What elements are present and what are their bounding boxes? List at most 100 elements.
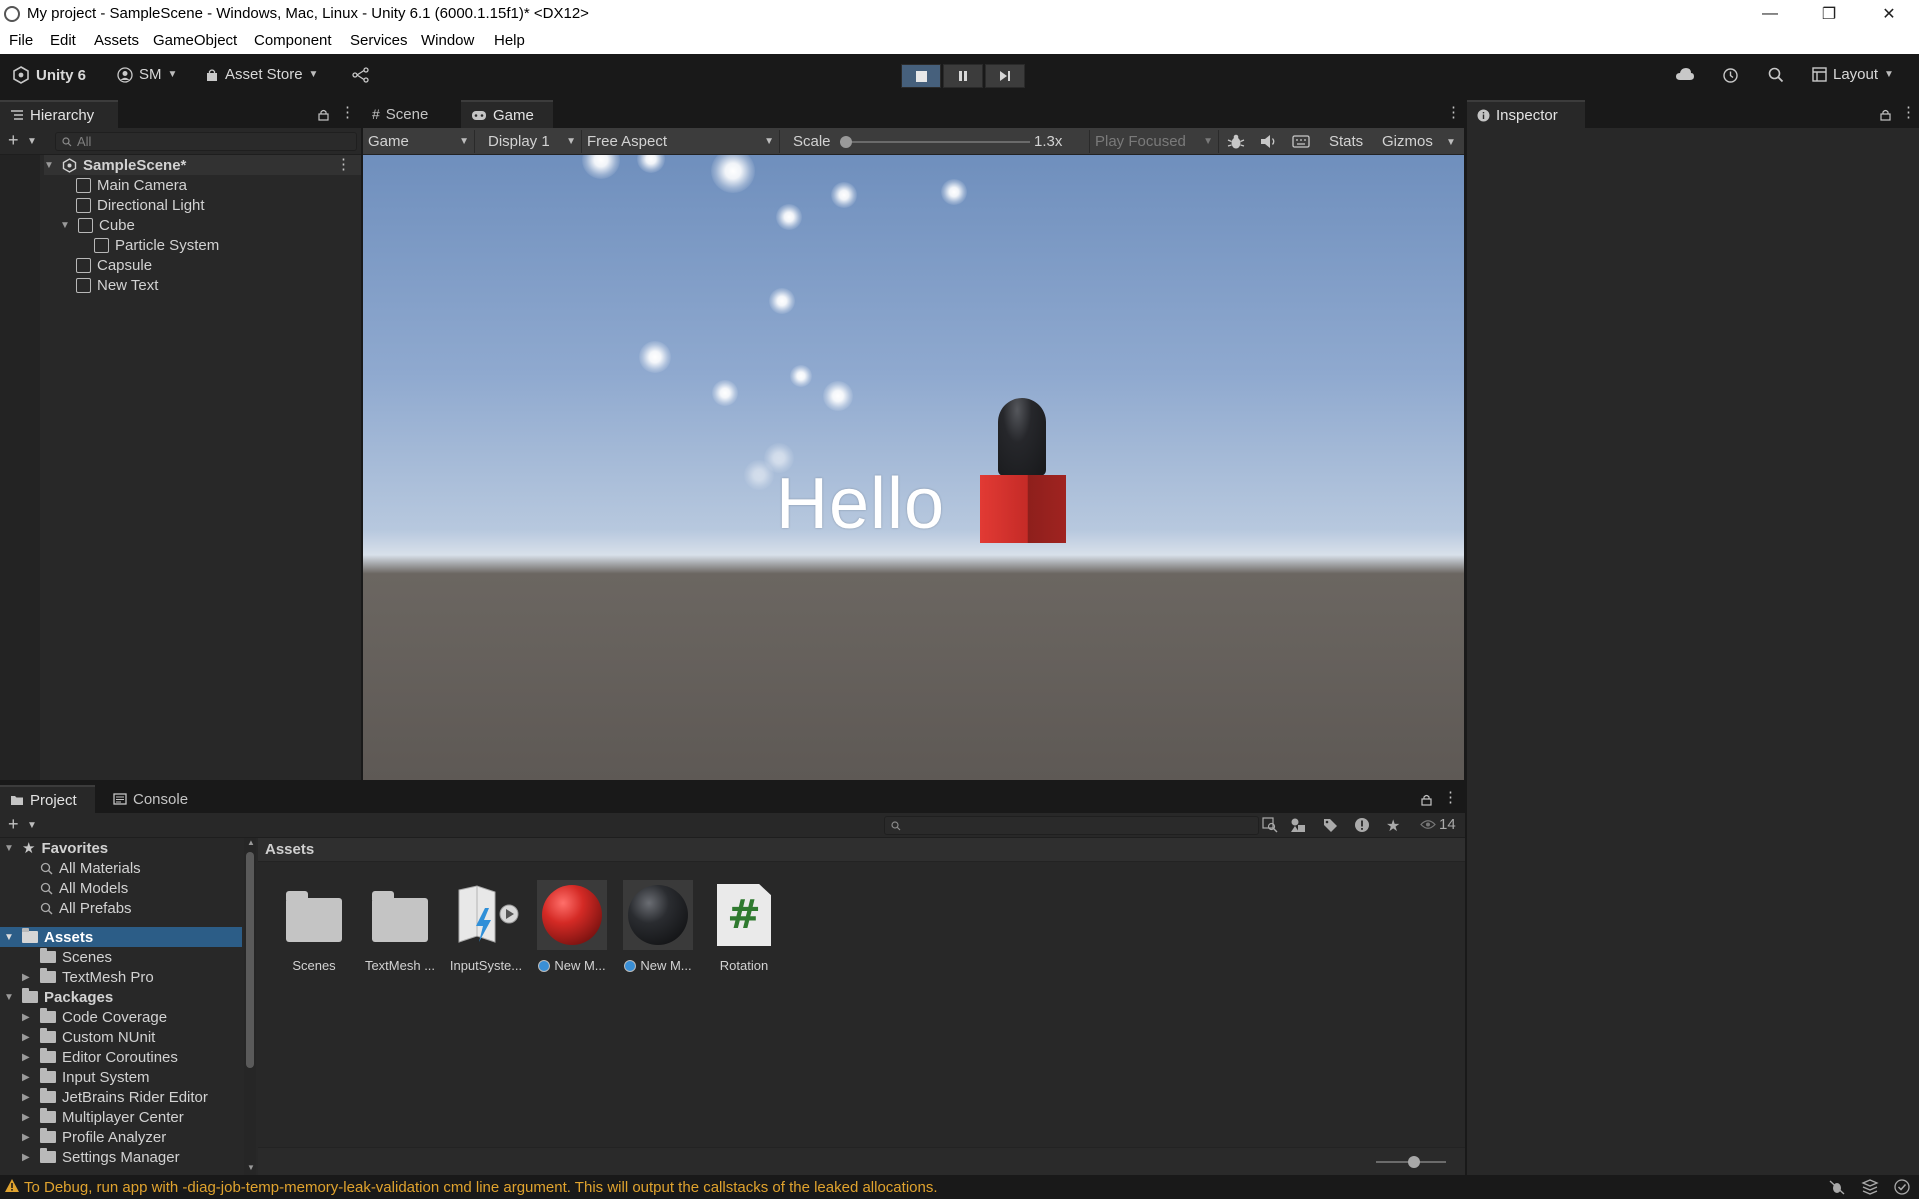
tree-package-item[interactable]: ▶ Code Coverage [22, 1007, 167, 1027]
tree-package-item[interactable]: ▶ Settings Manager [22, 1147, 180, 1167]
hierarchy-item-cube[interactable]: ▼ Cube [60, 215, 135, 235]
stop-play-button[interactable] [901, 64, 941, 88]
expand-triangle-icon[interactable]: ▶ [22, 1052, 34, 1063]
menu-file[interactable]: File [9, 32, 33, 49]
close-button[interactable]: ✕ [1866, 0, 1912, 28]
tree-package-item[interactable]: ▶ Input System [22, 1067, 150, 1087]
tree-package-item[interactable]: ▶ Editor Coroutines [22, 1047, 178, 1067]
tab-scene[interactable]: # Scene [362, 100, 442, 128]
hierarchy-item-new-text[interactable]: New Text [76, 275, 158, 295]
label-tag-icon[interactable] [1322, 817, 1338, 837]
game-view-dropdown[interactable]: Game ▼ [363, 130, 475, 153]
panel-divider[interactable] [1465, 98, 1467, 1175]
gizmos-button[interactable]: Gizmos [1382, 133, 1433, 150]
expand-triangle-icon[interactable]: ▶ [22, 1112, 34, 1123]
tree-assets[interactable]: ▼ Assets [0, 927, 242, 947]
bug-off-icon[interactable] [1828, 1179, 1846, 1199]
debug-bug-button[interactable] [1227, 133, 1245, 155]
chevron-down-icon[interactable]: ▼ [1446, 137, 1456, 148]
tree-package-item[interactable]: ▶ Profile Analyzer [22, 1127, 166, 1147]
tree-package-item[interactable]: ▶ JetBrains Rider Editor [22, 1087, 208, 1107]
scale-slider-track[interactable] [840, 136, 1030, 148]
asset-item[interactable]: Scenes [275, 880, 353, 973]
asset-item[interactable]: InputSyste... [447, 880, 525, 973]
menu-window[interactable]: Window [421, 32, 474, 49]
tree-scrollbar[interactable]: ▲ ▼ [244, 838, 256, 1175]
tab-console[interactable]: Console [103, 785, 201, 813]
expand-triangle-icon[interactable]: ▶ [22, 1072, 34, 1083]
expand-triangle-icon[interactable]: ▶ [22, 972, 34, 983]
layout-dropdown[interactable]: Layout ▼ [1812, 66, 1894, 83]
scale-slider-handle[interactable] [840, 136, 852, 148]
kebab-menu-icon[interactable]: ⋮ [340, 103, 355, 121]
kebab-menu-icon[interactable]: ⋮ [1446, 103, 1461, 121]
asset-item[interactable]: TextMesh ... [361, 880, 439, 973]
tree-folder-item[interactable]: ▶ TextMesh Pro [22, 967, 154, 987]
expand-triangle-icon[interactable]: ▶ [22, 1152, 34, 1163]
tree-packages[interactable]: ▼ Packages [4, 987, 113, 1007]
stack-icon[interactable] [1861, 1179, 1879, 1199]
hierarchy-item-directional-light[interactable]: Directional Light [76, 195, 205, 215]
kebab-menu-icon[interactable]: ⋮ [336, 155, 351, 173]
expand-triangle-icon[interactable]: ▶ [22, 1092, 34, 1103]
filter-by-type-icon[interactable] [1290, 817, 1306, 837]
expand-triangle-icon[interactable]: ▶ [22, 1132, 34, 1143]
expand-triangle-icon[interactable]: ▼ [44, 160, 56, 171]
account-dropdown[interactable]: SM ▼ [117, 66, 177, 83]
expand-triangle-icon[interactable]: ▼ [60, 220, 72, 231]
tree-scrollbar-thumb[interactable] [246, 852, 254, 1068]
minimize-button[interactable]: — [1747, 0, 1793, 28]
scroll-down-icon[interactable]: ▼ [247, 1163, 255, 1172]
display-dropdown[interactable]: Display 1 ▼ [483, 130, 582, 153]
lock-icon[interactable] [318, 108, 329, 125]
pause-button[interactable] [943, 64, 983, 88]
menu-component[interactable]: Component [254, 32, 332, 49]
expand-triangle-icon[interactable]: ▶ [22, 1012, 34, 1023]
project-search-input[interactable] [884, 816, 1259, 835]
tab-project[interactable]: Project [0, 785, 95, 813]
status-message[interactable]: To Debug, run app with -diag-job-temp-me… [24, 1179, 938, 1196]
lock-icon[interactable] [1421, 793, 1432, 810]
tab-game[interactable]: Game [461, 100, 553, 128]
tree-favorite-item[interactable]: All Models [40, 878, 128, 898]
tree-package-item[interactable]: ▶ Multiplayer Center [22, 1107, 184, 1127]
menu-edit[interactable]: Edit [50, 32, 76, 49]
tree-package-item[interactable]: ▶ Custom NUnit [22, 1027, 155, 1047]
hierarchy-item-main-camera[interactable]: Main Camera [76, 175, 187, 195]
play-focused-dropdown[interactable]: Play Focused ▼ [1089, 130, 1219, 153]
add-icon[interactable]: + [8, 814, 19, 835]
star-icon[interactable]: ★ [1386, 816, 1400, 836]
tree-favorite-item[interactable]: All Prefabs [40, 898, 132, 918]
chevron-down-icon[interactable]: ▼ [27, 136, 37, 147]
icon-size-slider-handle[interactable] [1408, 1156, 1420, 1168]
hierarchy-item-particle-system[interactable]: Particle System [94, 235, 219, 255]
log-types-icon[interactable] [1354, 817, 1370, 837]
hierarchy-scene-row[interactable]: ▼ SampleScene* ⋮ [44, 155, 361, 175]
cloud-button[interactable] [1675, 67, 1695, 81]
tree-favorite-item[interactable]: All Materials [40, 858, 141, 878]
menu-assets[interactable]: Assets [94, 32, 139, 49]
tree-favorites[interactable]: ▼ ★ Favorites [4, 838, 108, 858]
shortcuts-button[interactable] [1292, 135, 1310, 152]
unity-brand-button[interactable]: Unity 6 [12, 66, 86, 84]
hierarchy-item-capsule[interactable]: Capsule [76, 255, 152, 275]
tree-folder-item[interactable]: Scenes [40, 947, 112, 967]
add-icon[interactable]: + [8, 130, 19, 151]
stats-button[interactable]: Stats [1329, 133, 1363, 150]
panel-divider[interactable] [361, 128, 363, 780]
visible-count[interactable]: 14 [1420, 816, 1456, 833]
menu-help[interactable]: Help [494, 32, 525, 49]
menu-gameobject[interactable]: GameObject [153, 32, 237, 49]
maximize-button[interactable]: ❐ [1806, 0, 1852, 28]
scroll-up-icon[interactable]: ▲ [247, 838, 255, 847]
lock-icon[interactable] [1880, 108, 1891, 125]
version-control-button[interactable] [352, 67, 370, 83]
breadcrumb-assets[interactable]: Assets [265, 841, 314, 858]
hierarchy-search-input[interactable]: All [55, 132, 357, 151]
tab-inspector[interactable]: Inspector [1467, 100, 1585, 128]
tab-hierarchy[interactable]: Hierarchy [0, 100, 118, 128]
game-view-viewport[interactable]: Hello [363, 155, 1464, 780]
step-button[interactable] [985, 64, 1025, 88]
menu-services[interactable]: Services [350, 32, 408, 49]
kebab-menu-icon[interactable]: ⋮ [1443, 788, 1458, 806]
